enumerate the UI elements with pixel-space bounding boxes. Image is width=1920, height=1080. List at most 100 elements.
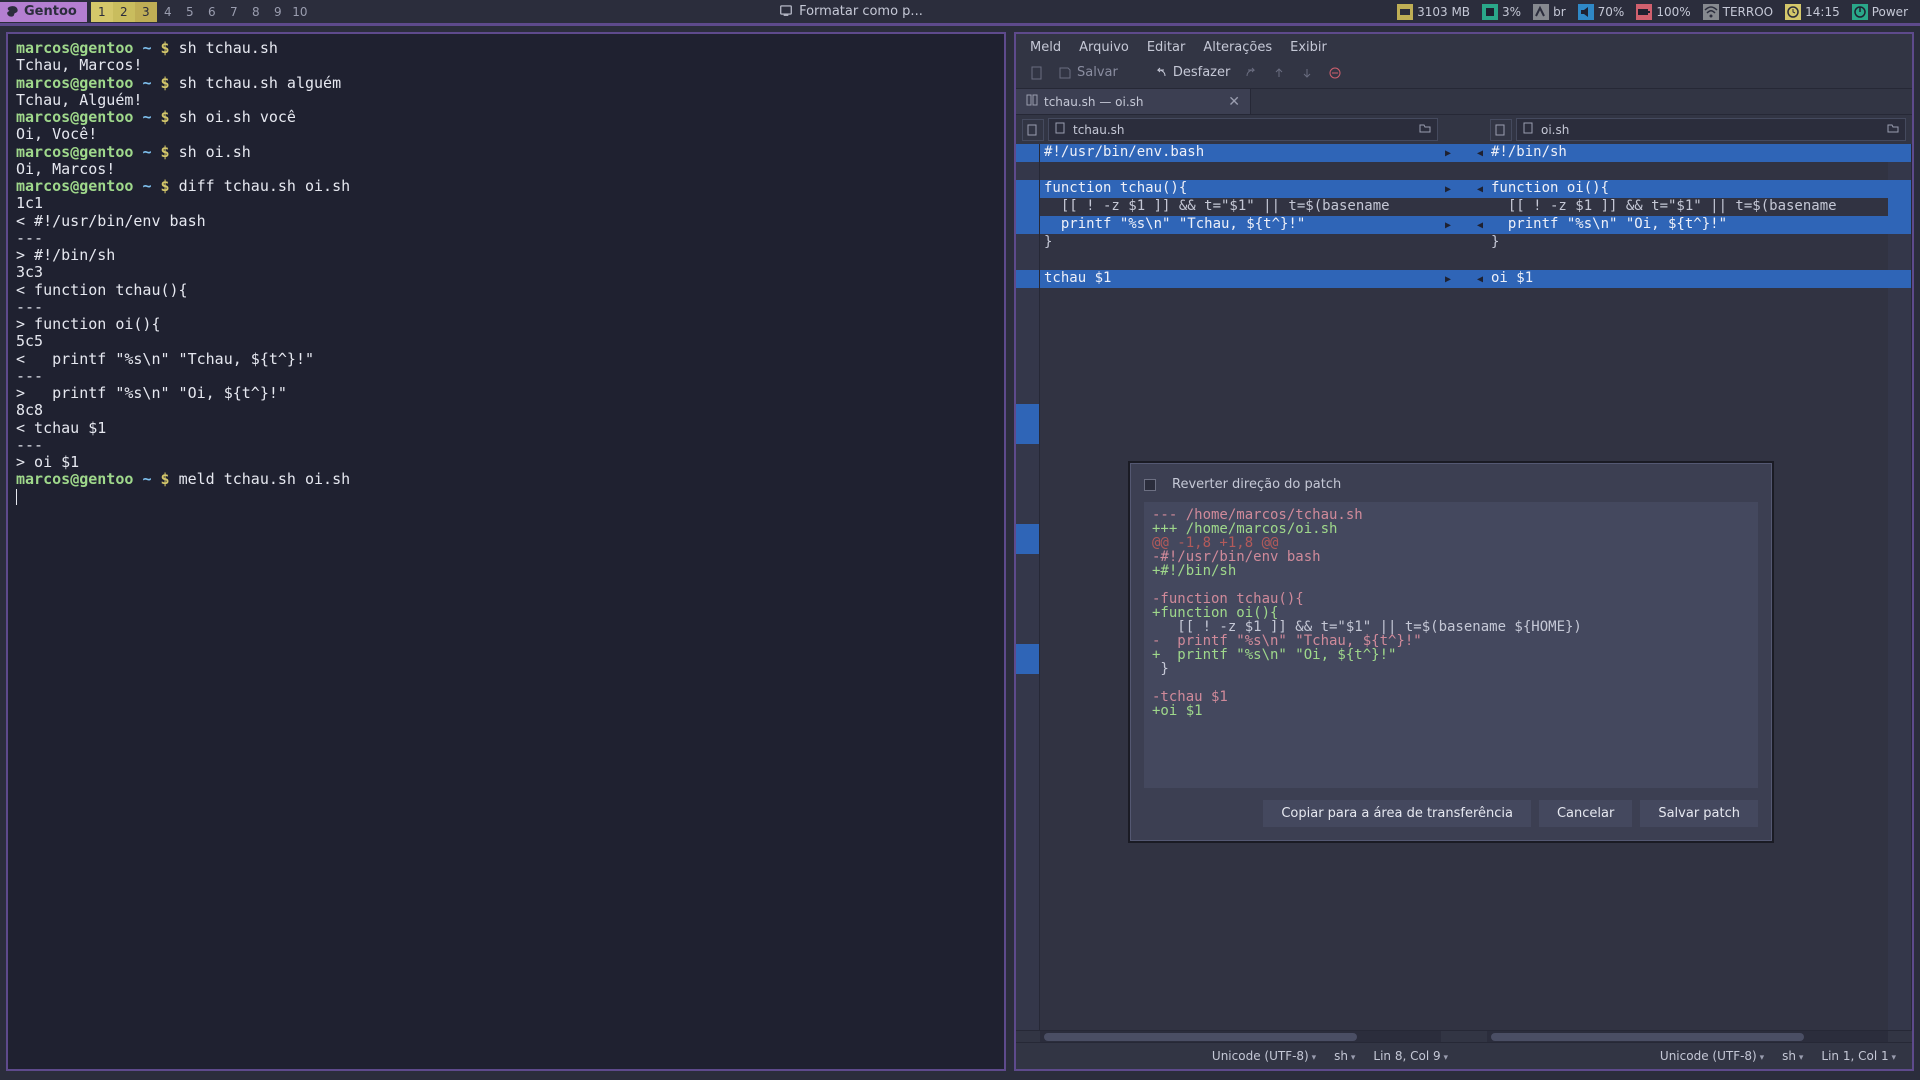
link-arrow (1441, 252, 1487, 270)
folder-open-icon[interactable] (1419, 122, 1431, 137)
link-arrow[interactable]: ▶◀ (1441, 144, 1487, 162)
output-line: 8c8 (16, 402, 996, 419)
keyboard-icon (1533, 4, 1549, 20)
right-file-field[interactable]: oi.sh (1516, 118, 1906, 141)
main-area: marcos@gentoo ~ $ sh tchau.shTchau, Marc… (0, 26, 1920, 1077)
horizontal-scrollbars (1016, 1030, 1912, 1042)
gentoo-logo-icon (6, 5, 20, 19)
code-line (1040, 162, 1441, 180)
document-tab[interactable]: tchau.sh — oi.sh ✕ (1016, 89, 1251, 114)
tray-clock[interactable]: 14:15 (1779, 2, 1846, 22)
save-button[interactable]: Salvar (1058, 65, 1118, 80)
menu-arquivo[interactable]: Arquivo (1079, 40, 1129, 55)
diff-icon (1026, 94, 1038, 109)
menu-meld[interactable]: Meld (1030, 40, 1061, 55)
workspace-10[interactable]: 10 (289, 2, 311, 22)
arrow-left-icon: ◀ (1477, 148, 1483, 159)
output-line: < tchau $1 (16, 420, 996, 437)
right-overview-gutter[interactable] (1888, 144, 1912, 1030)
left-hscroll[interactable] (1040, 1030, 1441, 1042)
taskbar: Gentoo 12345678910 Formatar como p... 31… (0, 0, 1920, 26)
workspace-5[interactable]: 5 (179, 2, 201, 22)
link-arrow[interactable]: ▶◀ (1441, 270, 1487, 288)
menu-exibir[interactable]: Exibir (1290, 40, 1327, 55)
reverse-direction-checkbox[interactable]: Reverter direção do patch (1144, 477, 1758, 492)
next-change-button[interactable] (1300, 66, 1314, 80)
output-line: Oi, Marcos! (16, 161, 996, 178)
cursor-pos-dropdown[interactable]: Lin 8, Col 9 (1373, 1049, 1448, 1063)
right-file-new-icon[interactable] (1490, 119, 1512, 141)
code-line: [[ ! -z $1 ]] && t="$1" || t=$(basename (1040, 198, 1441, 216)
left-file-new-icon[interactable] (1022, 119, 1044, 141)
arrow-right-icon: ▶ (1445, 184, 1451, 195)
output-line: > oi $1 (16, 454, 996, 471)
workspace-7[interactable]: 7 (223, 2, 245, 22)
save-patch-button[interactable]: Salvar patch (1640, 800, 1758, 827)
workspace-2[interactable]: 2 (113, 2, 135, 22)
prompt-line: marcos@gentoo ~ $ diff tchau.sh oi.sh (16, 178, 996, 195)
undo-button[interactable]: Desfazer (1154, 65, 1231, 80)
left-file-field[interactable]: tchau.sh (1048, 118, 1438, 141)
patch-line: } (1152, 662, 1750, 676)
language-dropdown[interactable]: sh (1782, 1049, 1803, 1063)
document-tabs: tchau.sh — oi.sh ✕ (1016, 89, 1912, 115)
menu-alterações[interactable]: Alterações (1203, 40, 1272, 55)
link-arrow[interactable]: ▶◀ (1441, 180, 1487, 198)
tray-wifi[interactable]: TERROO (1697, 2, 1779, 22)
tray-ram[interactable]: 3103 MB (1391, 2, 1476, 22)
output-line: --- (16, 230, 996, 247)
workspace-4[interactable]: 4 (157, 2, 179, 22)
cursor-pos-dropdown[interactable]: Lin 1, Col 1 (1821, 1049, 1896, 1063)
right-hscroll[interactable] (1487, 1030, 1888, 1042)
brand-label: Gentoo (24, 4, 77, 19)
encoding-dropdown[interactable]: Unicode (UTF-8) (1212, 1049, 1316, 1063)
link-arrow[interactable]: ▶◀ (1441, 216, 1487, 234)
toolbar: Salvar Desfazer (1016, 61, 1912, 89)
terminal-pane[interactable]: marcos@gentoo ~ $ sh tchau.shTchau, Marc… (6, 32, 1006, 1071)
workspace-9[interactable]: 9 (267, 2, 289, 22)
left-overview-gutter[interactable] (1016, 144, 1040, 1030)
patch-line: -function tchau(){ (1152, 592, 1750, 606)
patch-preview-text[interactable]: --- /home/marcos/tchau.sh+++ /home/marco… (1144, 502, 1758, 788)
volume-icon (1578, 4, 1594, 20)
statusbar-right: Unicode (UTF-8) sh Lin 1, Col 1 (1464, 1042, 1912, 1069)
stop-button[interactable] (1328, 66, 1342, 80)
diff-area: #!/usr/bin/env.bashfunction tchau(){ [[ … (1016, 144, 1912, 1030)
close-tab-button[interactable]: ✕ (1228, 94, 1240, 110)
up-arrow-icon (1272, 66, 1286, 80)
stop-icon (1328, 66, 1342, 80)
output-line: --- (16, 368, 996, 385)
tray-volume[interactable]: 70% (1572, 2, 1631, 22)
code-line: } (1487, 234, 1888, 252)
document-tab-title: tchau.sh — oi.sh (1044, 95, 1144, 109)
language-dropdown[interactable]: sh (1334, 1049, 1355, 1063)
encoding-dropdown[interactable]: Unicode (UTF-8) (1660, 1049, 1764, 1063)
taskbar-tray: 3103 MB 3% br 70% 100% TERROO 14:15 Powe… (1391, 0, 1920, 23)
cancel-button[interactable]: Cancelar (1539, 800, 1632, 827)
clock-icon (1785, 4, 1801, 20)
tray-power[interactable]: Power (1846, 2, 1914, 22)
prev-change-button[interactable] (1272, 66, 1286, 80)
output-line: --- (16, 437, 996, 454)
output-line: > printf "%s\n" "Oi, ${t^}!" (16, 385, 996, 402)
tray-battery[interactable]: 100% (1630, 2, 1696, 22)
folder-open-icon[interactable] (1887, 122, 1899, 137)
tray-keyboard[interactable]: br (1527, 2, 1572, 22)
checkbox-icon (1144, 479, 1156, 491)
copy-clipboard-button[interactable]: Copiar para a área de transferência (1263, 800, 1531, 827)
brand-badge[interactable]: Gentoo (0, 2, 87, 22)
workspace-8[interactable]: 8 (245, 2, 267, 22)
toolbar-new[interactable] (1030, 66, 1044, 80)
workspace-1[interactable]: 1 (91, 2, 113, 22)
patch-line: +function oi(){ (1152, 606, 1750, 620)
tray-cpu[interactable]: 3% (1476, 2, 1527, 22)
workspace-6[interactable]: 6 (201, 2, 223, 22)
workspace-3[interactable]: 3 (135, 2, 157, 22)
code-line: function tchau(){ (1040, 180, 1441, 198)
output-line: < printf "%s\n" "Tchau, ${t^}!" (16, 351, 996, 368)
menu-editar[interactable]: Editar (1147, 40, 1186, 55)
redo-button[interactable] (1244, 66, 1258, 80)
code-line (1487, 162, 1888, 180)
file-path-bar: tchau.sh oi.sh (1016, 115, 1912, 144)
patch-line: --- /home/marcos/tchau.sh (1152, 508, 1750, 522)
